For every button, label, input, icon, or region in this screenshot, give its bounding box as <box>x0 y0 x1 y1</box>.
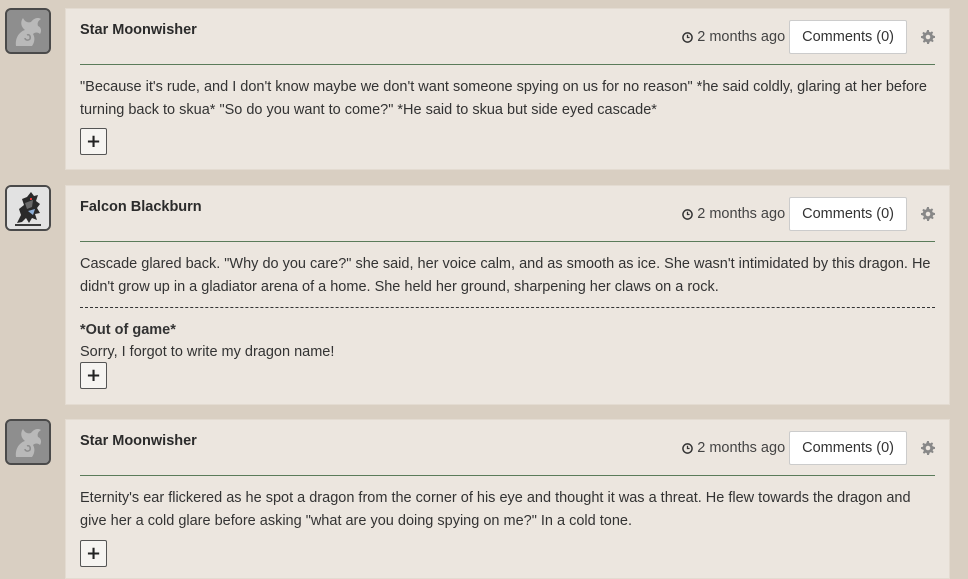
ooc-title: *Out of game* <box>80 322 176 338</box>
timestamp-text: 2 months ago <box>697 206 786 222</box>
timestamp: 2 months ago <box>682 206 785 222</box>
clock-icon <box>682 208 694 220</box>
divider <box>80 241 935 242</box>
post-body: Eternity's ear flickered as he spot a dr… <box>80 490 911 529</box>
clock-icon <box>682 442 694 454</box>
post-body: Cascade glared back. "Why do you care?" … <box>80 256 931 295</box>
gear-icon[interactable] <box>921 441 935 455</box>
dragon-silhouette-avatar[interactable] <box>5 419 51 465</box>
post-meta: 2 months ago Comments (0) <box>682 20 935 54</box>
timestamp: 2 months ago <box>682 29 785 45</box>
ooc-body: Sorry, I forgot to write my dragon name! <box>80 344 335 360</box>
post-card: Star Moonwisher 2 months ago Comments (0… <box>65 419 950 579</box>
comments-button[interactable]: Comments (0) <box>789 197 907 231</box>
post-body: "Because it's rude, and I don't know may… <box>80 79 927 118</box>
timestamp-text: 2 months ago <box>697 29 786 45</box>
author-name[interactable]: Star Moonwisher <box>80 433 197 449</box>
post-meta: 2 months ago Comments (0) <box>682 431 935 465</box>
post-meta: 2 months ago Comments (0) <box>682 197 935 231</box>
divider <box>80 475 935 476</box>
dragon-pixel-avatar[interactable] <box>5 185 51 231</box>
gear-icon[interactable] <box>921 30 935 44</box>
clock-icon <box>682 31 694 43</box>
dragon-silhouette-avatar[interactable] <box>5 8 51 54</box>
post-card: Falcon Blackburn 2 months ago Comments (… <box>65 185 950 405</box>
add-button[interactable]: + <box>80 540 107 567</box>
author-name[interactable]: Star Moonwisher <box>80 22 197 38</box>
ooc-divider <box>80 307 935 308</box>
add-button[interactable]: + <box>80 128 107 155</box>
comments-button[interactable]: Comments (0) <box>789 431 907 465</box>
post-card: Star Moonwisher 2 months ago Comments (0… <box>65 8 950 170</box>
timestamp: 2 months ago <box>682 440 785 456</box>
comments-button[interactable]: Comments (0) <box>789 20 907 54</box>
divider <box>80 64 935 65</box>
add-button[interactable]: + <box>80 362 107 389</box>
author-name[interactable]: Falcon Blackburn <box>80 199 202 215</box>
timestamp-text: 2 months ago <box>697 440 786 456</box>
gear-icon[interactable] <box>921 207 935 221</box>
